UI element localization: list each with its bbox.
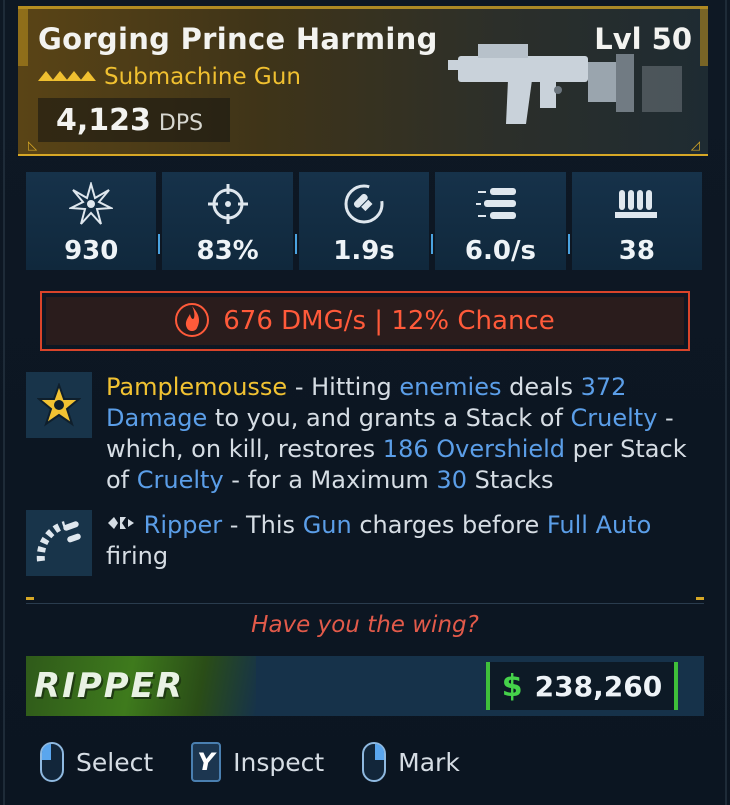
stat-value: 930 (64, 236, 119, 266)
perk-text-segment: - for a Maximum (223, 466, 437, 494)
stat-bar: 930 83% 1.9s 6.0/s 38 (26, 172, 703, 270)
star-badge-icon (26, 372, 92, 438)
weapon-type: Submachine Gun (104, 64, 301, 90)
perk-keyword: Pamplemousse (106, 373, 288, 401)
manufacturer-brand: RIPPER (26, 656, 256, 716)
inspect-action[interactable]: Y Inspect (191, 742, 324, 782)
perk-keyword: Full Auto (546, 511, 652, 539)
perk-text-segment: Stacks (466, 466, 554, 494)
perk-keyword: Gun (302, 511, 352, 539)
magazine-icon (613, 182, 661, 226)
corner-triangle-icon: ◺ (28, 138, 38, 152)
stat-value: 38 (618, 236, 655, 266)
frame-left-edge (3, 0, 5, 805)
perk-keyword: 186 (382, 435, 429, 463)
crosshair-accuracy-icon (206, 182, 250, 226)
select-label: Select (76, 747, 154, 777)
stat-reload: 1.9s (298, 172, 434, 270)
perk-keyword: Overshield (436, 435, 566, 463)
perk-keyword: Damage (106, 404, 208, 432)
manufacturer-name: RIPPER (34, 666, 185, 706)
perk-keyword: 372 (580, 373, 627, 401)
perk-description: Pamplemousse - Hitting enemies deals 372… (106, 372, 706, 496)
perk-pamplemousse: Pamplemousse - Hitting enemies deals 372… (26, 372, 706, 496)
perk-text-segment: deals (501, 373, 581, 401)
stat-damage: 930 (26, 172, 161, 270)
element-effect-panel: 676 DMG/s | 12% Chance (40, 291, 690, 351)
fire-element-icon (175, 300, 210, 342)
element-effect-text: 676 DMG/s | 12% Chance (223, 306, 555, 336)
dps-unit: DPS (158, 110, 204, 136)
stat-value: 6.0/s (464, 236, 536, 266)
stat-divider (158, 234, 161, 254)
perk-keyword: Ripper (143, 511, 223, 539)
mark-label: Mark (398, 747, 460, 777)
perk-text-segment: to you, and grants a Stack of (207, 404, 571, 432)
mark-action[interactable]: Mark (362, 742, 460, 782)
damage-burst-icon (69, 182, 114, 226)
control-hints: Select Y Inspect Mark (40, 742, 498, 782)
stat-accuracy: 83% (162, 172, 297, 270)
ammo-belt-icon (26, 510, 92, 576)
rarity-row: Submachine Gun (38, 64, 301, 90)
y-key-icon: Y (191, 742, 222, 782)
corner-triangle-icon: ◿ (690, 138, 700, 152)
stat-fire-rate: 6.0/s (435, 172, 570, 270)
dps-value: 4,123 (56, 102, 151, 138)
fire-rate-bullets-icon (476, 182, 524, 226)
right-mouse-icon (362, 742, 387, 782)
manufacturer-logo-icon (106, 511, 144, 539)
perk-text-segment: charges before (351, 511, 547, 539)
perk-keyword: Cruelty (136, 466, 224, 494)
price-box: $ 238,260 (486, 662, 678, 710)
weapon-name: Gorging Prince Harming (38, 22, 438, 56)
select-action[interactable]: Select (40, 742, 153, 782)
perk-ripper: Ripper - This Gun charges before Full Au… (26, 510, 706, 576)
perk-description: Ripper - This Gun charges before Full Au… (106, 511, 651, 570)
stat-divider (567, 234, 570, 254)
header-left-accent (18, 6, 28, 66)
stat-value: 1.9s (333, 236, 395, 266)
header-top-line (18, 6, 708, 9)
stat-magazine: 38 (571, 172, 703, 270)
dps-box: 4,123 DPS (38, 98, 230, 142)
perk-keyword: Cruelty (570, 404, 658, 432)
stat-divider (431, 234, 434, 254)
item-header: Gorging Prince Harming Lvl 50 Submachine… (18, 6, 708, 156)
rarity-chevrons-icon (38, 68, 96, 87)
header-right-accent (700, 6, 708, 66)
weapon-art-icon (448, 26, 698, 140)
left-mouse-icon (40, 742, 64, 782)
currency-icon: $ (501, 668, 523, 704)
section-divider (26, 603, 704, 604)
manufacturer-price-bar: RIPPER $ 238,260 (26, 656, 704, 716)
perk-text-segment: firing (106, 542, 169, 570)
perk-keyword: 30 (436, 466, 467, 494)
perk-keyword: enemies (399, 373, 502, 401)
item-card: Gorging Prince Harming Lvl 50 Submachine… (0, 0, 730, 805)
frame-right-edge (725, 0, 727, 805)
stat-divider (294, 234, 297, 254)
flavor-text: Have you the wing? (251, 612, 479, 638)
inspect-label: Inspect (233, 747, 325, 777)
stat-value: 83% (196, 236, 259, 266)
reload-icon (342, 182, 386, 226)
price-value: 238,260 (534, 669, 663, 703)
perk-text-segment: - This (222, 511, 303, 539)
perk-text-segment: - Hitting (287, 373, 400, 401)
